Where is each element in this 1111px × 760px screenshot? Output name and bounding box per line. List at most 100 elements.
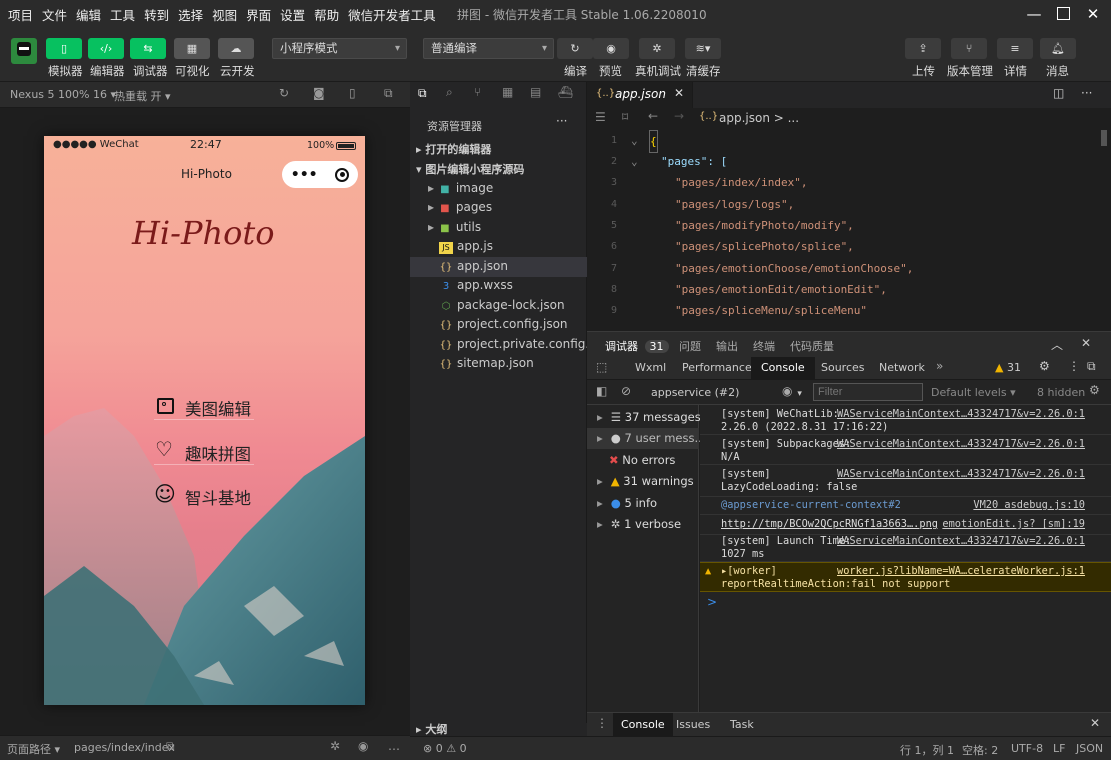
files-icon[interactable]: ⧉ (418, 86, 427, 101)
tree-item-project-config[interactable]: {} project.config.json (410, 315, 587, 335)
tree-item-package-lock[interactable]: ⬡ package-lock.json (410, 296, 587, 316)
more-tabs-icon[interactable]: » (936, 359, 943, 373)
more-icon[interactable]: ··· (556, 114, 567, 128)
language-mode[interactable]: JSON (1076, 742, 1103, 755)
filter-user-messages[interactable]: ▸ ● 7 user mess... (587, 428, 705, 450)
cloud-button[interactable]: ☁ (218, 38, 254, 59)
menu-settings[interactable]: 设置 (280, 5, 305, 24)
tree-item-appwxss[interactable]: 3 app.wxss (410, 276, 587, 296)
nav-console[interactable]: Console (751, 357, 815, 380)
more-icon[interactable]: ··· (1081, 86, 1092, 100)
close-tab-icon[interactable]: ✕ (674, 86, 684, 100)
close-panel-icon[interactable]: ✕ (1081, 336, 1091, 350)
compile-select[interactable]: 普通编译 (423, 38, 554, 59)
maximize-icon[interactable] (1053, 4, 1073, 24)
popout-icon[interactable]: ⧉ (384, 86, 393, 101)
minimize-icon[interactable]: — (1024, 4, 1044, 24)
split-editor-icon[interactable]: ◫ (1053, 86, 1064, 100)
menu-select[interactable]: 选择 (178, 5, 203, 24)
capsule-menu[interactable]: ••• (282, 161, 358, 188)
back-icon[interactable]: ← (648, 109, 658, 123)
context-select[interactable]: appservice (#2) ▾ (651, 386, 802, 399)
log-source-link[interactable]: worker.js?libName=WA…celerateWorker.js:1 (837, 565, 1085, 578)
editor-button[interactable]: ‹/› (88, 38, 124, 59)
console-log[interactable]: [system] WeChatLib: WAServiceMainContext…… (700, 405, 1111, 712)
log-source-link[interactable]: WAServiceMainContext…43324717&v=2.26.0:1 (837, 468, 1085, 481)
kebab-icon[interactable]: ⋮ (596, 716, 608, 730)
menu-item-game[interactable]: ☺ 智斗基地 (154, 482, 254, 510)
search-icon[interactable]: ⌕ (446, 85, 453, 100)
filter-info[interactable]: ▸ ● 5 info (587, 493, 699, 514)
menu-edit[interactable]: 编辑 (76, 5, 101, 24)
tree-item-utils[interactable]: ▸ ■ utils (410, 218, 587, 238)
stop-icon[interactable]: ◙ (313, 86, 325, 100)
docker-icon[interactable]: ⛴ (558, 85, 573, 99)
menu-wechat-devtools[interactable]: 微信开发者工具 (348, 5, 436, 24)
remote-debug-button[interactable]: ✲ (639, 38, 675, 59)
console-prompt[interactable]: > (707, 595, 717, 609)
mode-select[interactable]: 小程序模式 (272, 38, 407, 59)
close-window-icon[interactable]: ✕ (1083, 4, 1103, 24)
tab-debugger[interactable]: 调试器 31 (605, 338, 669, 354)
log-source-link[interactable]: emotionEdit.js? [sm]:19 (942, 518, 1085, 531)
upload-button[interactable]: ⇪ (905, 38, 941, 59)
version-button[interactable]: ⑂ (951, 38, 987, 59)
tree-item-sitemap[interactable]: {} sitemap.json (410, 354, 587, 374)
tree-item-pages[interactable]: ▸ ■ pages (410, 198, 587, 218)
forward-icon[interactable]: → (674, 109, 684, 123)
problems-counter[interactable]: ⊗ 0 ⚠ 0 (423, 742, 467, 755)
tab-app-json[interactable]: {..} app.json ✕ (587, 82, 693, 108)
visual-button[interactable]: ▦ (174, 38, 210, 59)
filter-warnings[interactable]: ▸ ▲ 31 warnings (587, 471, 699, 492)
close-drawer-icon[interactable]: ✕ (1090, 716, 1100, 730)
sidebar-toggle-icon[interactable]: ◧ (596, 384, 607, 398)
git-icon[interactable]: ⑂ (474, 85, 481, 99)
menu-help[interactable]: 帮助 (314, 5, 339, 24)
outline-section[interactable]: ▸ 大纲 (410, 723, 587, 736)
menu-goto[interactable]: 转到 (144, 5, 169, 24)
clear-icon[interactable]: ⊘ (621, 384, 631, 398)
tree-item-image[interactable]: ▸ ■ image (410, 179, 587, 199)
log-source-link[interactable]: WAServiceMainContext…43324717&v=2.26.0:1 (837, 408, 1085, 421)
nav-wxml[interactable]: Wxml (635, 361, 666, 374)
menu-item-edit[interactable]: 美图编辑 (154, 392, 254, 420)
menu-project[interactable]: 项目 (8, 5, 33, 24)
filter-errors[interactable]: ✖ No errors (587, 450, 699, 471)
bookmark-icon[interactable]: ⌑ (622, 110, 628, 124)
menu-interface[interactable]: 界面 (246, 5, 271, 24)
filter-messages[interactable]: ▸ ☰ 37 messages (587, 407, 701, 428)
debug-panel-icon[interactable]: ▤ (530, 85, 541, 99)
phone-icon[interactable]: ▯ (349, 86, 356, 100)
inspect-icon[interactable]: ⬚ (596, 360, 607, 374)
simulator-button[interactable]: ▯ (46, 38, 82, 59)
page-path-label[interactable]: 页面路径 ▾ (7, 741, 60, 757)
hot-reload-select[interactable]: 热重载 开 ▾ (114, 88, 171, 104)
drawer-tab-task[interactable]: Task (730, 718, 754, 731)
eye-icon[interactable]: ◉ (358, 739, 368, 753)
scrollbar[interactable] (1101, 130, 1107, 146)
debugger-button[interactable]: ⇆ (130, 38, 166, 59)
settings-icon[interactable]: ⚙ (1089, 383, 1100, 397)
preview-button[interactable]: ◉ (593, 38, 629, 59)
collapse-icon[interactable]: ︿ (1051, 336, 1063, 353)
details-button[interactable]: ≡ (997, 38, 1033, 59)
tab-output[interactable]: 输出 (716, 338, 738, 354)
dock-icon[interactable]: ⧉ (1087, 359, 1096, 374)
clear-cache-button[interactable]: ≋▾ (685, 38, 721, 59)
avatar[interactable] (11, 38, 37, 64)
open-editors-section[interactable]: ▸ 打开的编辑器 (410, 140, 587, 160)
copy-icon[interactable]: ⧉ (166, 739, 175, 754)
tab-problems[interactable]: 问题 (679, 338, 701, 354)
cursor-position[interactable]: 行 1，列 1 (900, 742, 954, 758)
tree-item-appjs[interactable]: JS app.js (410, 237, 587, 257)
menu-tools[interactable]: 工具 (110, 5, 135, 24)
compile-button[interactable]: ↻ (557, 38, 593, 59)
nav-network[interactable]: Network (879, 361, 925, 374)
drawer-tab-issues[interactable]: Issues (676, 718, 710, 731)
more-icon[interactable]: … (388, 739, 400, 753)
more-icon[interactable]: ••• (291, 167, 318, 183)
tree-item-project-private-config[interactable]: {} project.private.config.js... (410, 335, 611, 355)
device-select[interactable]: Nexus 5 100% 16 ▾ (10, 88, 116, 101)
log-source-link[interactable]: WAServiceMainContext…43324717&v=2.26.0:1 (837, 438, 1085, 451)
tab-terminal[interactable]: 终端 (753, 338, 775, 354)
